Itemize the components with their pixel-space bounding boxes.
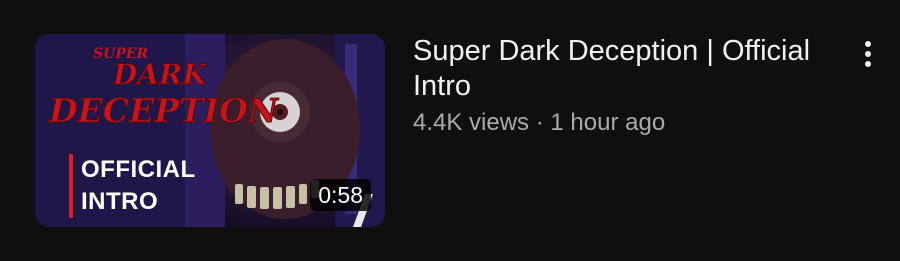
thumbnail-overlay-text: OFFICIAL INTRO <box>69 154 196 218</box>
vertical-ellipsis-icon <box>865 41 871 67</box>
video-stats: 4.4K views · 1 hour ago <box>413 108 833 138</box>
svg-text:DECEPTION: DECEPTION <box>48 91 280 130</box>
svg-text:DARK: DARK <box>112 58 208 91</box>
video-thumbnail[interactable]: SUPER DARK DECEPTION OFFICIAL INTRO 0:58 <box>35 34 385 227</box>
duration-badge: 0:58 <box>310 179 371 211</box>
overlay-line-official: OFFICIAL <box>81 156 196 183</box>
stats-separator: · <box>535 109 544 136</box>
more-options-button[interactable] <box>852 38 884 70</box>
video-list-item[interactable]: SUPER DARK DECEPTION OFFICIAL INTRO 0:58… <box>0 0 900 261</box>
overlay-line-intro: INTRO <box>81 188 159 215</box>
video-title[interactable]: Super Dark Deception | Official Intro <box>413 34 833 104</box>
upload-time: 1 hour ago <box>550 109 666 136</box>
view-count: 4.4K views <box>413 109 530 136</box>
video-metadata[interactable]: Super Dark Deception | Official Intro 4.… <box>413 34 833 138</box>
